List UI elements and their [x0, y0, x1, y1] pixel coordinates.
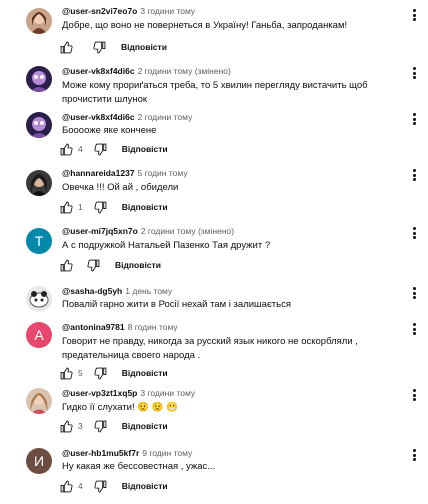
thumb-up-icon[interactable]	[60, 420, 73, 433]
more-vert-icon[interactable]	[412, 8, 416, 22]
comment-author[interactable]: @antonina9781	[62, 322, 125, 332]
thumb-down-icon[interactable]	[87, 259, 100, 272]
like-count: 1	[78, 202, 83, 212]
comment-author[interactable]: @sasha-dg5yh	[62, 286, 122, 296]
comment-text: Добре, що воно не повернеться в Україну!…	[62, 20, 348, 31]
comment-text: Гидко її слухати! 😟 😟 😬	[62, 402, 179, 413]
comment-timestamp[interactable]: 3 години тому	[140, 6, 195, 16]
avatar[interactable]	[26, 388, 52, 414]
reply-button[interactable]: Відповісти	[122, 368, 168, 378]
comment-timestamp[interactable]: 3 години тому	[140, 388, 195, 398]
comment-text: Може кому прориґаться треба, то 5 хвилин…	[62, 80, 368, 105]
avatar-letter: И	[33, 453, 45, 469]
reply-button[interactable]: Відповісти	[121, 42, 167, 52]
comment-text: Повалій гарно жити в Росії нехай там і з…	[62, 299, 291, 310]
comment-timestamp[interactable]: 1 день тому	[125, 286, 172, 296]
avatar-letter: T	[34, 233, 44, 249]
more-vert-icon[interactable]	[412, 168, 416, 182]
comment-author[interactable]: @user-vp3zt1xq5p	[62, 388, 137, 398]
comment-timestamp[interactable]: 2 години тому	[138, 112, 193, 122]
comment-timestamp[interactable]: 9 годин тому	[142, 448, 192, 458]
avatar[interactable]: T	[26, 228, 52, 254]
comment-text: Ну какая же бессовестная , ужас...	[62, 461, 216, 472]
avatar[interactable]	[26, 66, 52, 92]
comment-author[interactable]: @hannareida1237	[62, 168, 135, 178]
thumb-up-icon[interactable]	[60, 143, 73, 156]
avatar[interactable]: И	[26, 448, 52, 474]
reply-button[interactable]: Відповісти	[122, 421, 168, 431]
more-vert-icon[interactable]	[412, 322, 416, 336]
reply-button[interactable]: Відповісти	[122, 481, 168, 491]
like-count: 4	[78, 481, 83, 491]
avatar[interactable]: A	[26, 322, 52, 348]
reply-button[interactable]: Відповісти	[122, 202, 168, 212]
like-count: 4	[78, 144, 83, 154]
more-vert-icon[interactable]	[412, 226, 416, 240]
thumb-up-icon[interactable]	[60, 259, 73, 272]
avatar[interactable]	[26, 112, 52, 138]
thumb-down-icon[interactable]	[93, 41, 106, 54]
comment-text: Говорит не правду, никогда за русский яз…	[62, 336, 358, 361]
like-count: 5	[78, 368, 83, 378]
thumb-up-icon[interactable]	[60, 41, 73, 54]
comment-author[interactable]: @user-vk8xf4di6c	[62, 66, 135, 76]
reply-button[interactable]: Відповісти	[115, 260, 161, 270]
more-vert-icon[interactable]	[412, 112, 416, 126]
comment-timestamp[interactable]: 5 годин тому	[138, 168, 188, 178]
avatar-letter: A	[34, 327, 44, 343]
thumb-down-icon[interactable]	[94, 367, 107, 380]
comment-timestamp[interactable]: 8 годин тому	[128, 322, 178, 332]
more-vert-icon[interactable]	[412, 388, 416, 402]
avatar[interactable]	[26, 8, 52, 34]
comment-text: Бооооже яке кончене	[62, 125, 157, 136]
more-vert-icon[interactable]	[412, 286, 416, 300]
comment-author[interactable]: @user-mi7jq5xn7o	[62, 226, 138, 236]
more-vert-icon[interactable]	[412, 66, 416, 80]
more-vert-icon[interactable]	[412, 448, 416, 462]
like-count: 3	[78, 421, 83, 431]
avatar[interactable]	[26, 170, 52, 196]
thumb-up-icon[interactable]	[60, 201, 73, 214]
thumb-up-icon[interactable]	[60, 367, 73, 380]
comment-text: Овечка !!! Ой ай , обидели	[62, 182, 179, 193]
comment-timestamp[interactable]: 2 години тому (змінено)	[138, 66, 231, 76]
avatar[interactable]	[26, 286, 52, 312]
thumb-down-icon[interactable]	[94, 420, 107, 433]
thumb-down-icon[interactable]	[94, 480, 107, 493]
comment-author[interactable]: @user-sn2vi7eo7o	[62, 6, 137, 16]
thumb-down-icon[interactable]	[94, 201, 107, 214]
thumb-up-icon[interactable]	[60, 480, 73, 493]
comment-author[interactable]: @user-vk8xf4di6c	[62, 112, 135, 122]
comment-author[interactable]: @user-hb1mu5kf7r	[62, 448, 139, 458]
reply-button[interactable]: Відповісти	[122, 144, 168, 154]
comment-timestamp[interactable]: 2 години тому (змінено)	[141, 226, 234, 236]
comment-text: А с подружкой Натальей Пазенко Тая дружи…	[62, 240, 271, 251]
thumb-down-icon[interactable]	[94, 143, 107, 156]
